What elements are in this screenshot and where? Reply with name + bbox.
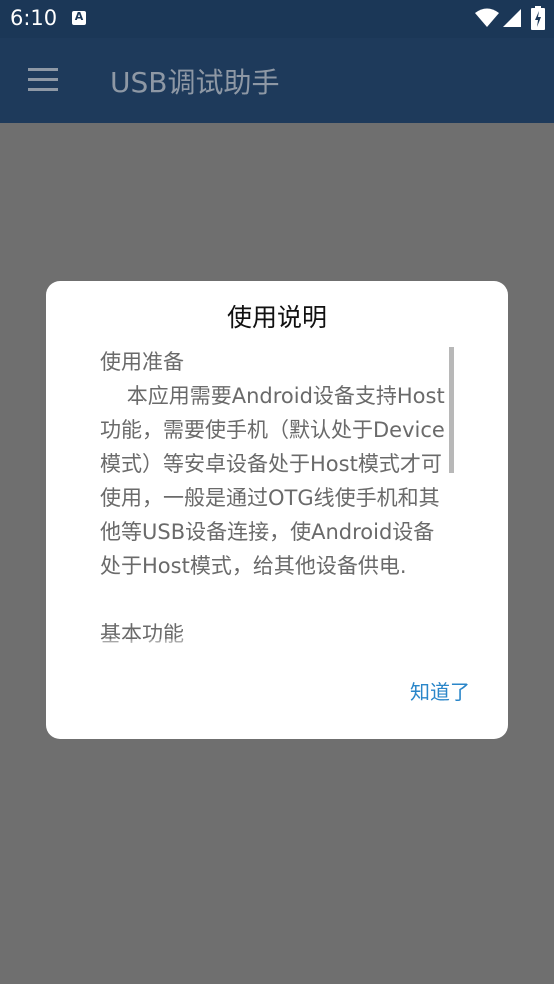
signal-icon <box>503 9 521 27</box>
menu-icon[interactable] <box>28 68 58 92</box>
usage-preparation-text: 使用准备 本应用需要Android设备支持Host功能，需要使手机（默认处于De… <box>100 350 445 578</box>
dialog-title: 使用说明 <box>226 303 327 332</box>
app-title: USB调试助手 <box>110 66 280 99</box>
scrollbar[interactable] <box>449 347 454 473</box>
battery-icon <box>531 6 545 30</box>
wifi-icon <box>475 8 499 27</box>
app-bar: USB调试助手 <box>0 38 554 123</box>
notification-letter: A <box>74 10 84 23</box>
status-bar: 6:10 A <box>0 0 554 38</box>
notification-a-icon: A <box>72 10 86 25</box>
instructions-dialog: 使用说明 使用准备 本应用需要Android设备支持Host功能，需要使手机（默… <box>46 281 508 739</box>
status-time: 6:10 <box>10 6 58 30</box>
dialog-scroll-content[interactable]: 使用准备 本应用需要Android设备支持Host功能，需要使手机（默认处于De… <box>100 345 450 655</box>
scroll-fade <box>100 639 450 655</box>
got-it-button[interactable]: 知道了 <box>380 676 470 710</box>
